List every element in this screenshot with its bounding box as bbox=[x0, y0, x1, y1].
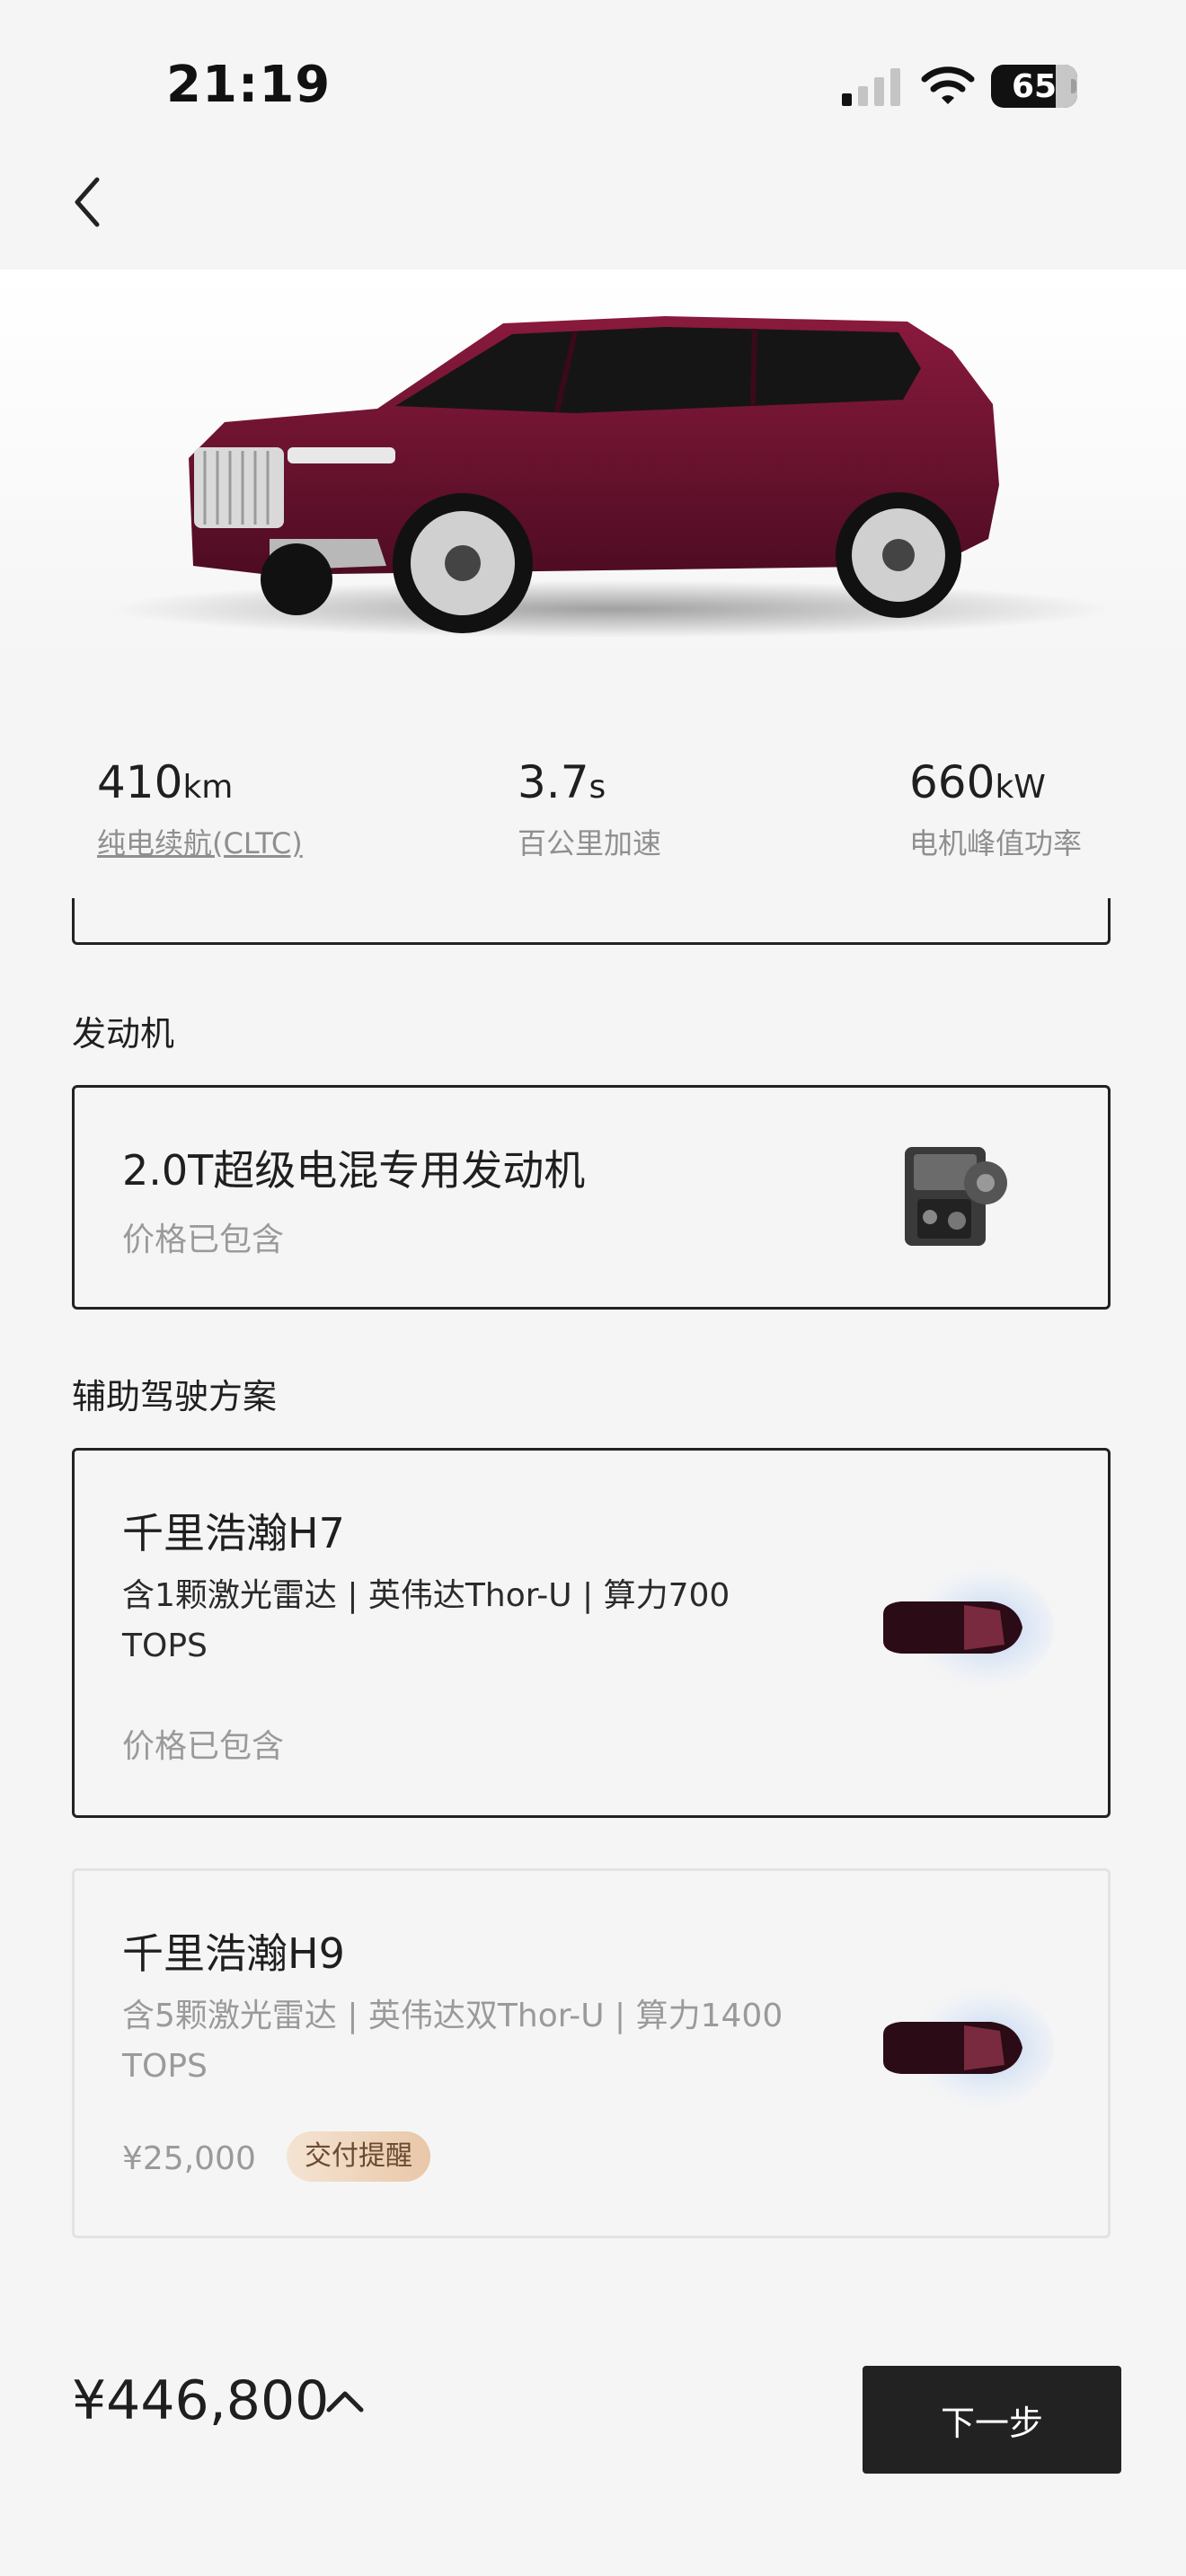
status-time: 21:19 bbox=[166, 56, 332, 114]
cellular-signal-icon bbox=[842, 68, 900, 106]
adas-option-card-h7[interactable]: 千里浩瀚H7 含1颗激光雷达 | 英伟达Thor-U | 算力700 TOPS … bbox=[72, 1448, 1111, 1818]
spec-power: 660kW 电机峰值功率 bbox=[909, 756, 1082, 862]
engine-section-title: 发动机 bbox=[72, 1014, 175, 1054]
spec-power-unit: kW bbox=[995, 769, 1046, 806]
spec-power-label: 电机峰值功率 bbox=[909, 826, 1083, 860]
back-arrow-icon[interactable] bbox=[63, 171, 113, 234]
delivery-reminder-badge: 交付提醒 bbox=[287, 2131, 430, 2182]
previous-card-edge bbox=[72, 898, 1111, 945]
battery-icon: 65 bbox=[991, 65, 1077, 108]
adas-h7-desc: 含1颗激光雷达 | 英伟达Thor-U | 算力700 TOPS bbox=[122, 1577, 730, 1664]
engine-option-price: 价格已包含 bbox=[122, 1222, 285, 1258]
total-price: ¥446,800 bbox=[72, 2369, 330, 2432]
engine-option-name: 2.0T超级电混专用发动机 bbox=[122, 1146, 586, 1195]
spec-range-label[interactable]: 纯电续航(CLTC) bbox=[97, 821, 303, 862]
adas-option-card-h9[interactable]: 千里浩瀚H9 含5颗激光雷达 | 英伟达双Thor-U | 算力1400 TOP… bbox=[72, 1868, 1111, 2238]
spec-acceleration: 3.7s 百公里加速 bbox=[518, 756, 661, 862]
adas-h9-desc: 含5颗激光雷达 | 英伟达双Thor-U | 算力1400 TOPS bbox=[122, 1998, 783, 2085]
adas-section-title: 辅助驾驶方案 bbox=[72, 1377, 278, 1416]
adas-h7-price: 价格已包含 bbox=[122, 1728, 285, 1765]
battery-level: 65 bbox=[1011, 68, 1058, 105]
spec-power-value: 660 bbox=[909, 756, 996, 808]
spec-range-value: 410 bbox=[97, 756, 183, 808]
spec-range: 410km 纯电续航(CLTC) bbox=[97, 756, 303, 862]
spec-accel-unit: s bbox=[589, 769, 606, 806]
adas-h9-price: ¥25,000 bbox=[122, 2140, 256, 2177]
spec-accel-label: 百公里加速 bbox=[518, 826, 662, 860]
next-step-button[interactable]: 下一步 bbox=[863, 2366, 1121, 2474]
lidar-car-topview-image bbox=[883, 1985, 1054, 2111]
car-image bbox=[0, 269, 1186, 665]
engine-image bbox=[905, 1147, 1007, 1246]
engine-option-card[interactable]: 2.0T超级电混专用发动机 价格已包含 bbox=[72, 1085, 1111, 1310]
chevron-up-icon[interactable] bbox=[323, 2387, 367, 2414]
adas-h9-name: 千里浩瀚H9 bbox=[122, 1929, 345, 1978]
battery-nub bbox=[1071, 79, 1076, 93]
spec-accel-value: 3.7 bbox=[518, 756, 589, 808]
wifi-icon bbox=[921, 66, 975, 104]
adas-h7-name: 千里浩瀚H7 bbox=[122, 1509, 345, 1557]
lidar-car-topview-image bbox=[883, 1565, 1054, 1690]
spec-range-unit: km bbox=[182, 769, 234, 806]
